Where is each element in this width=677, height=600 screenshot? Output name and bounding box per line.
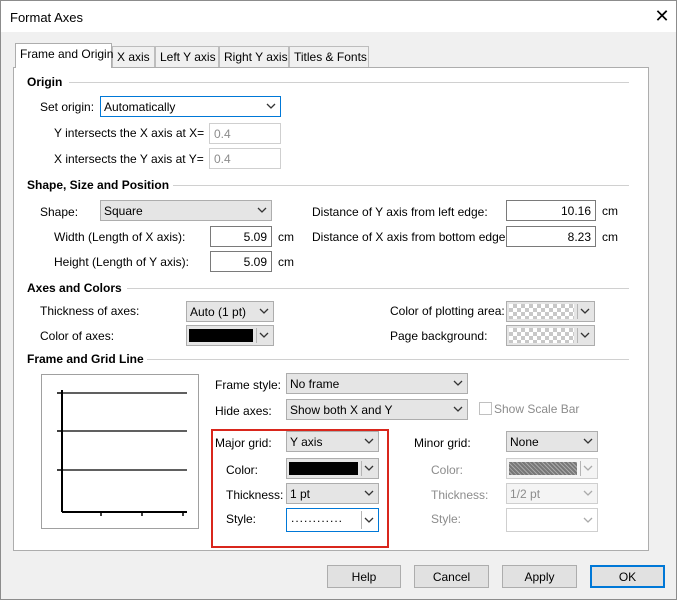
show-scale-bar-label: Show Scale Bar xyxy=(494,402,580,416)
shape-select[interactable]: Square xyxy=(100,200,272,221)
divider xyxy=(577,328,578,343)
tab-titles-fonts[interactable]: Titles & Fonts xyxy=(289,46,369,67)
minor-color-label: Color: xyxy=(431,463,464,477)
close-icon[interactable]: ✕ xyxy=(651,5,673,27)
plotting-area-color-select[interactable] xyxy=(506,301,595,322)
frame-grid-heading: Frame and Grid Line xyxy=(27,352,144,366)
height-unit: cm xyxy=(278,255,294,269)
x-intersect-label: X intersects the Y axis at Y= xyxy=(54,152,204,166)
shape-heading: Shape, Size and Position xyxy=(27,178,170,192)
color-of-axes-select[interactable] xyxy=(186,325,274,346)
divider xyxy=(127,288,629,289)
set-origin-label: Set origin: xyxy=(40,100,95,114)
page-background-label: Page background: xyxy=(390,329,488,343)
width-field[interactable]: 5.09 xyxy=(210,226,272,247)
divider xyxy=(69,82,629,83)
origin-heading: Origin xyxy=(27,75,63,89)
dist-y-unit: cm xyxy=(602,204,618,218)
minor-grid-label: Minor grid: xyxy=(414,436,471,450)
chevron-down-icon xyxy=(266,101,276,111)
height-field[interactable]: 5.09 xyxy=(210,251,272,272)
axes-color-swatch xyxy=(189,329,253,342)
thickness-of-axes-select[interactable]: Auto (1 pt) xyxy=(186,301,274,322)
dist-x-field[interactable]: 8.23 xyxy=(506,226,596,247)
divider xyxy=(173,185,629,186)
ok-button[interactable]: OK xyxy=(590,565,665,588)
divider xyxy=(580,461,581,476)
cancel-button[interactable]: Cancel xyxy=(414,565,489,588)
tab-label: Right Y axis xyxy=(224,50,288,64)
hide-axes-value: Show both X and Y xyxy=(290,403,393,417)
format-axes-dialog: Format Axes ✕ Frame and Origin X axis Le… xyxy=(0,0,677,600)
divider xyxy=(256,328,257,343)
title-bar: Format Axes ✕ xyxy=(1,1,676,32)
minor-style-select[interactable] xyxy=(506,508,598,532)
chevron-down-icon xyxy=(583,436,593,446)
transparent-swatch xyxy=(509,328,574,343)
minor-grid-color-swatch xyxy=(509,462,577,475)
divider xyxy=(577,304,578,319)
dist-x-label: Distance of X axis from bottom edge: xyxy=(312,230,509,244)
major-grid-highlight xyxy=(211,429,389,548)
y-intersect-field[interactable]: 0.4 xyxy=(209,123,281,144)
width-label: Width (Length of X axis): xyxy=(54,230,186,244)
minor-thickness-label: Thickness: xyxy=(431,488,489,502)
minor-style-label: Style: xyxy=(431,512,462,526)
minor-grid-value: None xyxy=(510,435,539,449)
shape-value: Square xyxy=(104,204,143,218)
show-scale-bar-checkbox[interactable] xyxy=(479,402,492,415)
chevron-down-icon xyxy=(453,404,463,414)
x-intersect-field[interactable]: 0.4 xyxy=(209,148,281,169)
thickness-of-axes-label: Thickness of axes: xyxy=(40,304,140,318)
frame-style-value: No frame xyxy=(290,377,340,391)
tab-label: Left Y axis xyxy=(160,50,216,64)
color-of-axes-label: Color of axes: xyxy=(40,329,115,343)
chevron-down-icon xyxy=(583,488,593,498)
page-background-select[interactable] xyxy=(506,325,595,346)
minor-grid-select[interactable]: None xyxy=(506,431,598,452)
tab-x-axis[interactable]: X axis xyxy=(112,46,155,67)
tab-label: X axis xyxy=(117,50,150,64)
tab-label: Frame and Origin xyxy=(20,47,114,61)
height-label: Height (Length of Y axis): xyxy=(54,255,189,269)
tab-label: Titles & Fonts xyxy=(294,50,367,64)
shape-label: Shape: xyxy=(40,205,79,219)
hide-axes-select[interactable]: Show both X and Y xyxy=(286,399,468,420)
chevron-down-icon xyxy=(259,306,269,316)
help-button[interactable]: Help xyxy=(327,565,401,588)
chevron-down-icon xyxy=(580,306,590,316)
axes-colors-heading: Axes and Colors xyxy=(27,281,122,295)
chevron-down-icon xyxy=(259,330,269,340)
tab-right-y-axis[interactable]: Right Y axis xyxy=(219,46,289,67)
y-intersect-label: Y intersects the X axis at X= xyxy=(54,126,205,140)
dist-y-label: Distance of Y axis from left edge: xyxy=(312,205,488,219)
divider xyxy=(147,359,629,360)
grid-preview xyxy=(41,374,199,529)
apply-button[interactable]: Apply xyxy=(502,565,577,588)
width-unit: cm xyxy=(278,230,294,244)
dist-x-unit: cm xyxy=(602,230,618,244)
minor-color-select[interactable] xyxy=(506,458,598,479)
chevron-down-icon xyxy=(257,205,267,215)
chevron-down-icon xyxy=(580,330,590,340)
set-origin-select[interactable]: Automatically xyxy=(100,96,281,117)
minor-thickness-value: 1/2 pt xyxy=(510,487,541,501)
dialog-title: Format Axes xyxy=(10,10,83,25)
hide-axes-label: Hide axes: xyxy=(215,404,272,418)
plotting-area-color-label: Color of plotting area: xyxy=(390,304,505,318)
transparent-swatch xyxy=(509,304,574,319)
frame-style-select[interactable]: No frame xyxy=(286,373,468,394)
dist-y-field[interactable]: 10.16 xyxy=(506,200,596,221)
tab-left-y-axis[interactable]: Left Y axis xyxy=(155,46,219,67)
frame-style-label: Frame style: xyxy=(215,378,282,392)
chevron-down-icon xyxy=(583,515,593,525)
chevron-down-icon xyxy=(583,463,593,473)
thickness-of-axes-value: Auto (1 pt) xyxy=(190,305,247,319)
minor-thickness-select[interactable]: 1/2 pt xyxy=(506,483,598,504)
set-origin-value: Automatically xyxy=(104,100,176,114)
chevron-down-icon xyxy=(453,378,463,388)
tab-frame-and-origin[interactable]: Frame and Origin xyxy=(15,43,114,68)
